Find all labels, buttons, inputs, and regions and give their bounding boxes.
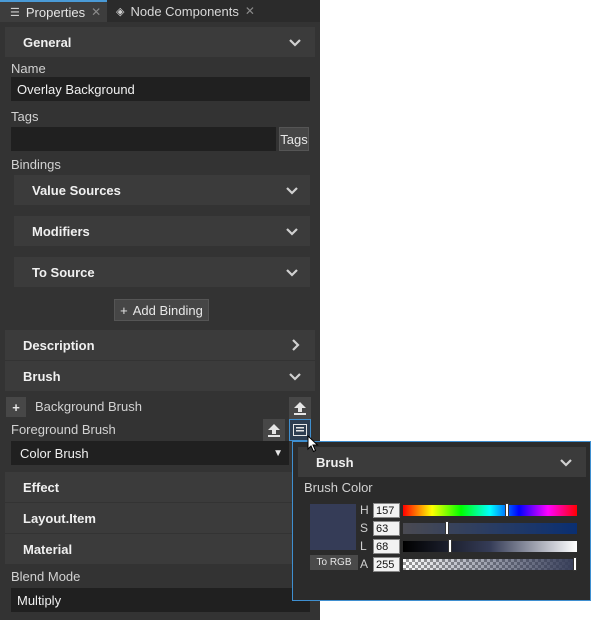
components-icon: ◈ [116, 5, 125, 18]
binding-modifiers-label: Modifiers [32, 223, 90, 239]
add-binding-button[interactable]: + Add Binding [114, 299, 209, 321]
bindings-label: Bindings [11, 157, 61, 172]
upload-button[interactable] [289, 397, 311, 419]
close-icon[interactable]: ✕ [91, 5, 101, 19]
tab-node-components[interactable]: ◈ Node Components ✕ [110, 0, 255, 22]
alpha-label: A [360, 557, 369, 571]
saturation-slider[interactable] [403, 521, 577, 535]
upload-button[interactable] [263, 419, 285, 441]
section-effect[interactable]: Effect [5, 472, 315, 502]
alpha-gradient [403, 559, 577, 570]
properties-panel: ☰ Properties ✕ ◈ Node Components ✕ Gener… [0, 0, 320, 620]
section-effect-label: Effect [23, 479, 60, 495]
section-brush-label: Brush [23, 368, 61, 384]
slider-handle[interactable] [448, 539, 452, 553]
upload-icon [268, 424, 280, 437]
binding-to-source[interactable]: To Source [14, 257, 310, 287]
section-general-label: General [23, 34, 72, 50]
list-icon: ☰ [10, 6, 20, 19]
section-layout-item[interactable]: Layout.Item [5, 503, 315, 533]
tab-properties[interactable]: ☰ Properties ✕ [0, 0, 107, 22]
saturation-label: S [360, 521, 369, 535]
brush-color-label: Brush Color [304, 480, 373, 495]
add-binding-label: Add Binding [132, 302, 203, 318]
upload-icon [294, 402, 306, 415]
lightness-input[interactable]: 68 [373, 539, 400, 554]
section-brush[interactable]: Brush [5, 361, 315, 391]
to-rgb-button[interactable]: To RGB [310, 555, 358, 570]
chevron-down-icon [286, 228, 298, 236]
slider-handle[interactable] [573, 557, 577, 571]
popup-brush-header[interactable]: Brush [298, 447, 586, 477]
section-material[interactable]: Material [5, 534, 315, 564]
name-value: Overlay Background [17, 81, 135, 97]
alpha-input[interactable]: 255 [373, 557, 400, 572]
foreground-brush-value: Color Brush [20, 445, 89, 461]
plus-icon: + [12, 399, 20, 415]
section-description[interactable]: Description [5, 330, 315, 360]
name-field[interactable]: Overlay Background [11, 77, 310, 101]
alpha-slider[interactable] [403, 557, 577, 571]
plus-icon: + [120, 302, 128, 318]
add-brush-button[interactable]: + [6, 397, 26, 417]
blend-mode-select[interactable]: Multiply [11, 588, 310, 612]
binding-to-source-label: To Source [32, 264, 95, 280]
section-description-label: Description [23, 337, 95, 353]
blend-mode-label: Blend Mode [11, 569, 81, 584]
close-icon[interactable]: ✕ [245, 4, 255, 18]
foreground-brush-select[interactable]: Color Brush ▼ [11, 441, 289, 465]
chevron-down-icon [286, 269, 298, 277]
hue-slider[interactable] [403, 503, 577, 517]
chevron-down-icon [289, 373, 301, 381]
dropdown-arrow-icon: ▼ [273, 447, 283, 459]
background-brush-label: Background Brush [35, 399, 142, 414]
section-material-label: Material [23, 541, 73, 557]
section-general[interactable]: General [5, 27, 315, 57]
saturation-input[interactable]: 63 [373, 521, 400, 536]
binding-value-sources[interactable]: Value Sources [14, 175, 310, 205]
hue-label: H [360, 503, 369, 517]
chevron-down-icon [289, 39, 301, 47]
tab-properties-label: Properties [25, 4, 86, 20]
chevron-right-icon [292, 339, 300, 351]
lightness-label: L [360, 539, 367, 553]
chevron-down-icon [286, 187, 298, 195]
brush-popup: Brush Brush Color To RGB H 157 S 63 L 68… [292, 441, 591, 601]
tags-field[interactable] [11, 127, 276, 151]
name-label: Name [11, 61, 46, 76]
slider-handle[interactable] [505, 503, 509, 517]
tags-button[interactable]: Tags [279, 127, 309, 151]
mouse-cursor-icon [307, 435, 319, 453]
lightness-slider[interactable] [403, 539, 577, 553]
tags-label: Tags [11, 109, 39, 124]
hue-input[interactable]: 157 [373, 503, 400, 518]
foreground-brush-label: Foreground Brush [11, 422, 116, 437]
brush-editor-icon [293, 424, 307, 436]
binding-modifiers[interactable]: Modifiers [14, 216, 310, 246]
section-layout-item-label: Layout.Item [23, 510, 96, 526]
color-swatch[interactable] [310, 504, 356, 550]
chevron-down-icon [560, 459, 572, 467]
popup-brush-label: Brush [316, 454, 354, 470]
tab-node-components-label: Node Components [130, 3, 239, 19]
binding-value-sources-label: Value Sources [32, 182, 121, 198]
slider-handle[interactable] [445, 521, 449, 535]
tab-bar: ☰ Properties ✕ ◈ Node Components ✕ [0, 0, 320, 22]
blend-mode-value: Multiply [17, 592, 62, 608]
